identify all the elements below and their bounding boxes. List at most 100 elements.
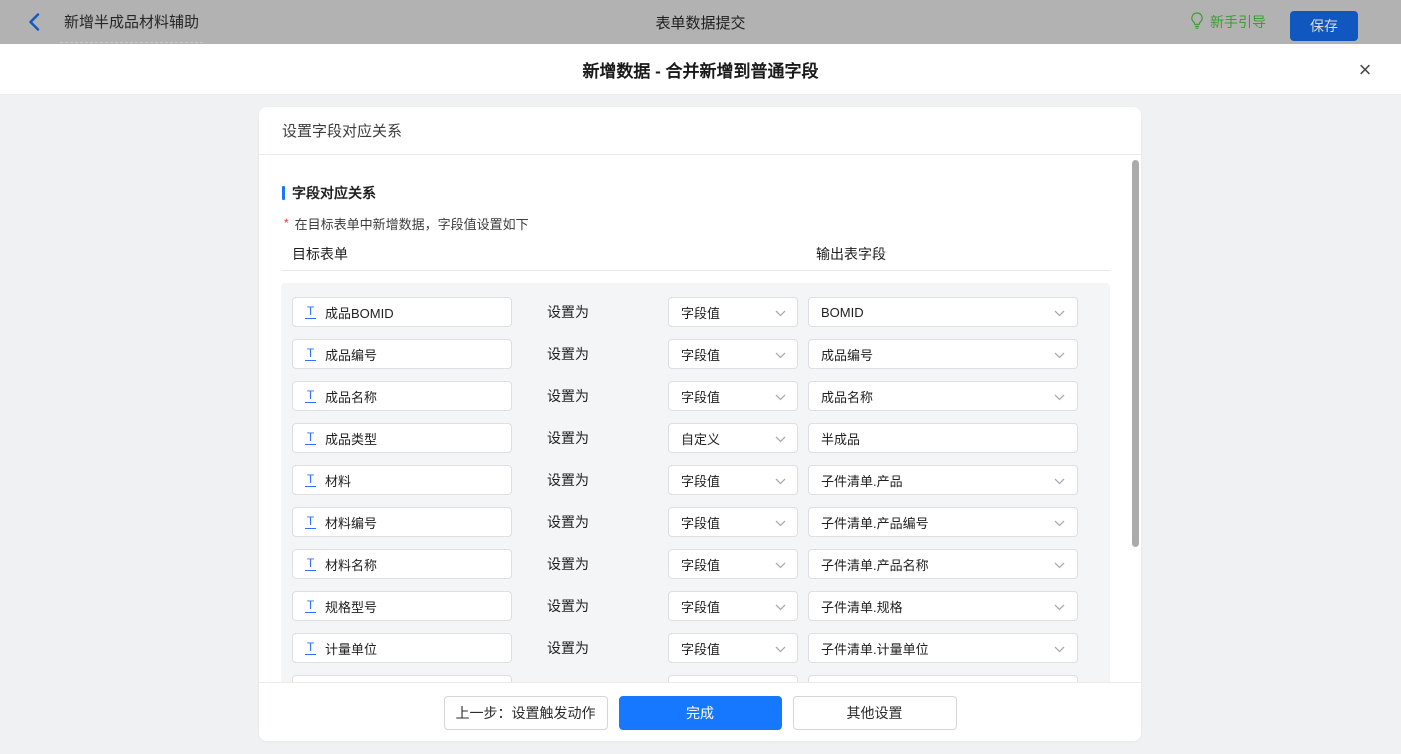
columns-divider — [281, 270, 1111, 271]
target-field-label: 规格型号 — [325, 599, 378, 615]
chevron-down-icon — [775, 557, 786, 572]
chevron-down-icon — [1054, 305, 1065, 320]
mode-select[interactable]: 字段值 — [668, 549, 798, 579]
mode-select[interactable]: 自定义 — [668, 423, 798, 453]
target-field-box[interactable]: T 成品类型 — [292, 423, 512, 453]
previous-step-button[interactable]: 上一步：设置触发动作 — [443, 696, 608, 730]
chevron-down-icon — [775, 515, 786, 530]
field-mapping-row: T — [281, 675, 1110, 682]
output-field-select[interactable]: 子件清单.产品 — [808, 465, 1078, 495]
target-field-box[interactable]: T 计量单位 — [292, 633, 512, 663]
section-accent-bar — [282, 186, 285, 200]
text-field-icon: T — [305, 472, 316, 487]
modal-title: 新增数据 - 合并新增到普通字段 — [582, 61, 819, 81]
output-field-value: 半成品 — [821, 431, 861, 447]
done-button[interactable]: 完成 — [618, 696, 782, 730]
output-field-value: 成品名称 — [821, 389, 874, 405]
close-icon[interactable]: × — [1351, 56, 1379, 84]
text-field-icon: T — [305, 430, 316, 445]
mode-select-value: 字段值 — [681, 515, 721, 531]
chevron-down-icon — [1054, 641, 1065, 656]
set-as-label: 设置为 — [547, 472, 589, 488]
beginner-guide-label: 新手引导 — [1210, 14, 1266, 30]
chevron-down-icon — [775, 305, 786, 320]
field-mapping-row: T 材料 设置为 字段值 子件清单.产品 — [281, 465, 1110, 495]
text-field-icon: T — [305, 514, 316, 529]
custom-value-input[interactable] — [808, 675, 1078, 682]
target-field-label: 材料编号 — [325, 515, 378, 531]
section-heading: 字段对应关系 — [282, 183, 376, 203]
workflow-title[interactable]: 新增半成品材料辅助 — [60, 0, 204, 43]
chevron-down-icon — [1054, 599, 1065, 614]
mode-select[interactable]: 字段值 — [668, 297, 798, 327]
target-field-box[interactable]: T 材料名称 — [292, 549, 512, 579]
mode-select[interactable]: 字段值 — [668, 465, 798, 495]
chevron-down-icon — [1054, 515, 1065, 530]
beginner-guide-link[interactable]: 新手引导 — [1190, 0, 1266, 44]
target-field-box[interactable]: T 成品编号 — [292, 339, 512, 369]
scrollbar-thumb[interactable] — [1132, 160, 1139, 547]
hint-text: 在目标表单中新增数据，字段值设置如下 — [294, 217, 529, 232]
target-field-box[interactable]: T — [292, 675, 512, 682]
other-settings-button[interactable]: 其他设置 — [792, 696, 957, 730]
text-field-icon: T — [305, 640, 316, 655]
lightbulb-icon — [1190, 12, 1204, 32]
target-field-label: 材料 — [325, 473, 352, 489]
mode-select[interactable] — [668, 675, 798, 682]
mode-select[interactable]: 字段值 — [668, 339, 798, 369]
target-field-box[interactable]: T 成品名称 — [292, 381, 512, 411]
chevron-down-icon — [1054, 347, 1065, 362]
target-field-label: 成品名称 — [325, 389, 378, 405]
set-as-label: 设置为 — [547, 346, 589, 362]
target-field-label: 材料名称 — [325, 557, 378, 573]
chevron-down-icon — [1054, 473, 1065, 488]
output-field-value: BOMID — [821, 304, 864, 320]
mode-select[interactable]: 字段值 — [668, 507, 798, 537]
chevron-down-icon — [775, 431, 786, 446]
output-field-value: 子件清单.产品名称 — [821, 557, 929, 573]
text-field-icon: T — [305, 346, 316, 361]
output-field-value: 子件清单.产品编号 — [821, 515, 929, 531]
mode-select-value: 自定义 — [681, 431, 721, 447]
field-mapping-row: T 材料编号 设置为 字段值 子件清单.产品编号 — [281, 507, 1110, 537]
output-field-select[interactable]: 子件清单.规格 — [808, 591, 1078, 621]
custom-value-input[interactable]: 半成品 — [808, 423, 1078, 453]
top-bar: 新增半成品材料辅助 表单数据提交 新手引导 保存 — [0, 0, 1401, 44]
target-field-label: 计量单位 — [325, 641, 378, 657]
output-field-select[interactable]: 子件清单.计量单位 — [808, 633, 1078, 663]
mode-select[interactable]: 字段值 — [668, 381, 798, 411]
output-field-value: 成品编号 — [821, 347, 874, 363]
mode-select[interactable]: 字段值 — [668, 633, 798, 663]
output-field-select[interactable]: 成品编号 — [808, 339, 1078, 369]
mode-select-value: 字段值 — [681, 305, 721, 321]
target-field-box[interactable]: T 材料编号 — [292, 507, 512, 537]
set-as-label: 设置为 — [547, 556, 589, 572]
set-as-label: 设置为 — [547, 640, 589, 656]
chevron-down-icon — [775, 599, 786, 614]
output-field-value: 子件清单.产品 — [821, 473, 903, 489]
field-mapping-row: T 成品编号 设置为 字段值 成品编号 — [281, 339, 1110, 369]
save-button[interactable]: 保存 — [1290, 11, 1358, 41]
modal-header: 新增数据 - 合并新增到普通字段 × — [0, 44, 1401, 95]
chevron-down-icon — [775, 389, 786, 404]
output-field-select[interactable]: BOMID — [808, 297, 1078, 327]
back-button[interactable] — [28, 13, 44, 31]
mode-select-value: 字段值 — [681, 347, 721, 363]
set-as-label: 设置为 — [547, 430, 589, 446]
field-mapping-row: T 成品名称 设置为 字段值 成品名称 — [281, 381, 1110, 411]
field-mapping-card: 设置字段对应关系 字段对应关系 * 在目标表单中新增数据，字段值设置如下 目标表… — [259, 107, 1141, 741]
output-field-select[interactable]: 子件清单.产品编号 — [808, 507, 1078, 537]
column-header-target-form: 目标表单 — [292, 246, 348, 262]
target-field-box[interactable]: T 规格型号 — [292, 591, 512, 621]
output-field-select[interactable]: 子件清单.产品名称 — [808, 549, 1078, 579]
text-field-icon: T — [305, 556, 316, 571]
mode-select[interactable]: 字段值 — [668, 591, 798, 621]
output-field-select[interactable]: 成品名称 — [808, 381, 1078, 411]
column-header-output-field: 输出表字段 — [816, 246, 886, 262]
target-field-box[interactable]: T 成品BOMID — [292, 297, 512, 327]
field-mapping-row: T 成品BOMID 设置为 字段值 BOMID — [281, 297, 1110, 327]
set-as-label: 设置为 — [547, 304, 589, 320]
target-field-box[interactable]: T 材料 — [292, 465, 512, 495]
mode-select-value: 字段值 — [681, 473, 721, 489]
chevron-down-icon — [775, 473, 786, 488]
